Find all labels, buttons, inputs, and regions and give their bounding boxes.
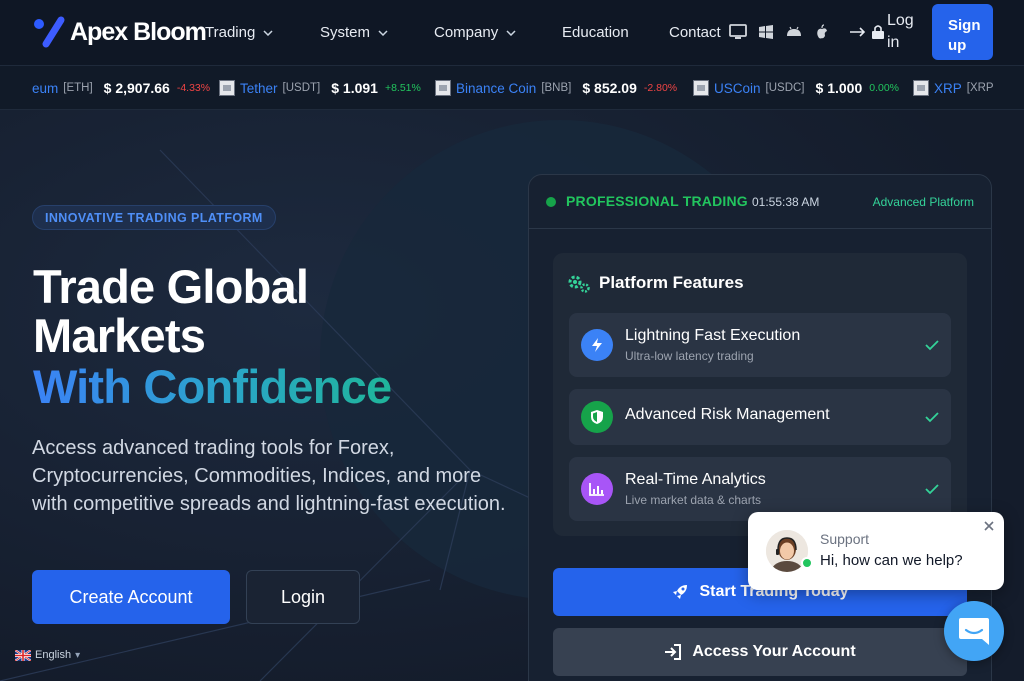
feature-subtitle: Ultra-low latency trading (625, 349, 754, 363)
nav-company-label: Company (434, 24, 499, 41)
coin-image-icon (693, 80, 709, 96)
login-button[interactable]: Login (246, 570, 360, 624)
hero-description: Access advanced trading tools for Forex,… (32, 437, 506, 515)
chevron-down-icon (506, 29, 516, 36)
ticker-symbol: [USDT] (282, 82, 321, 94)
chat-launcher-button[interactable] (944, 601, 1004, 661)
rocket-icon (673, 585, 688, 599)
close-icon[interactable] (982, 519, 996, 533)
check-icon (925, 484, 939, 495)
coin-image-icon (435, 80, 451, 96)
top-navigation: Apex Bloom Trading System Company Educat… (0, 0, 1024, 66)
ticker-name: XRP (934, 80, 962, 96)
desktop-icon[interactable] (729, 23, 747, 41)
nav-education[interactable]: Education (562, 24, 629, 41)
gears-icon (568, 275, 590, 293)
panel-clock: 01:55:38 AM (752, 195, 820, 209)
hero-title-line2: Markets (33, 309, 206, 362)
brand-name: Apex Bloom (70, 17, 207, 46)
ticker-item[interactable]: Tether [USDT] $ 1.091 +8.51% (219, 80, 421, 96)
access-account-button[interactable]: Access Your Account (553, 628, 967, 676)
chat-agent-name: Support (820, 531, 870, 547)
ticker-change: -2.80% (643, 82, 678, 94)
nav-trading-label: Trading (205, 24, 256, 41)
ticker-change: 0.00% (869, 82, 900, 94)
coin-image-icon (913, 80, 929, 96)
ticker-item[interactable]: Binance Coin [BNB] $ 852.09 -2.80% (435, 80, 677, 96)
ticker-change: +8.51% (384, 82, 421, 94)
ticker-symbol: [ETH] (63, 82, 93, 94)
check-icon (925, 412, 939, 423)
feature-title: Advanced Risk Management (625, 406, 830, 423)
ticker-change: -4.33% (176, 82, 211, 94)
chart-icon (581, 473, 613, 505)
platform-icons (729, 23, 831, 41)
caret-down-icon: ▾ (75, 649, 81, 661)
nav-contact-label: Contact (669, 24, 721, 41)
hero-title-line3: With Confidence (33, 360, 392, 413)
ticker-item[interactable]: USCoin [USDC] $ 1.000 0.00% (693, 80, 899, 96)
ticker-name: eum (32, 80, 59, 96)
feature-title: Real-Time Analytics (625, 471, 766, 488)
chat-popup[interactable]: Support Hi, how can we help? (748, 512, 1004, 590)
nav-company[interactable]: Company (434, 24, 516, 41)
ticker-price: $ 2,907.66 (103, 80, 170, 96)
features-title: Platform Features (599, 273, 744, 292)
price-ticker: eum [ETH] $ 2,907.66 -4.33% Tether [USDT… (0, 66, 1024, 110)
access-account-label: Access Your Account (692, 643, 856, 660)
bolt-icon (581, 329, 613, 361)
nav-education-label: Education (562, 24, 629, 41)
uk-flag-icon (15, 649, 31, 661)
nav-system[interactable]: System (320, 24, 388, 41)
check-icon (925, 340, 939, 351)
chevron-down-icon (263, 29, 273, 36)
ticker-price: $ 1.091 (331, 80, 378, 96)
online-status-icon (801, 557, 813, 569)
ticker-name: USCoin (714, 80, 761, 96)
ticker-item[interactable]: eum [ETH] $ 2,907.66 -4.33% (32, 80, 210, 96)
panel-status: PROFESSIONAL TRADING (566, 193, 748, 209)
feature-subtitle: Live market data & charts (625, 493, 762, 507)
ticker-price: $ 852.09 (582, 80, 637, 96)
logo-mark-icon (34, 16, 65, 48)
chat-message: Hi, how can we help? (820, 552, 963, 569)
shield-icon (581, 401, 613, 433)
ticker-name: Binance Coin (456, 80, 537, 96)
login-link-label: Log in (887, 12, 914, 51)
ticker-symbol: [BNB] (541, 82, 572, 94)
coin-image-icon (219, 80, 235, 96)
ticker-price: $ 1.000 (815, 80, 863, 96)
ticker-name: Tether (240, 80, 278, 96)
windows-icon[interactable] (757, 23, 775, 41)
nav-contact[interactable]: Contact (669, 24, 721, 41)
chevron-down-icon (378, 29, 388, 36)
hero-title-line1: Trade Global (33, 260, 309, 313)
panel-platform-label: Advanced Platform (872, 195, 974, 209)
nav-trading[interactable]: Trading (205, 24, 273, 41)
nav-system-label: System (320, 24, 371, 41)
feature-item: Lightning Fast Execution Ultra-low laten… (569, 313, 951, 377)
apple-icon[interactable] (813, 23, 831, 41)
sign-in-icon (665, 644, 682, 660)
login-link[interactable]: Log in (849, 10, 921, 54)
android-icon[interactable] (785, 23, 803, 41)
hero-badge: INNOVATIVE TRADING PLATFORM (32, 205, 276, 230)
ticker-symbol: [XRP (966, 82, 994, 94)
language-label: English (35, 649, 72, 661)
lock-icon (872, 25, 884, 39)
ticker-symbol: [USDC] (765, 82, 805, 94)
feature-title: Lightning Fast Execution (625, 327, 801, 344)
platform-features-card: Platform Features Lightning Fast Executi… (553, 253, 967, 536)
ticker-item[interactable]: XRP [XRP (913, 80, 994, 96)
arrow-right-icon (850, 27, 866, 37)
create-account-button[interactable]: Create Account (32, 570, 230, 624)
live-status-icon (546, 197, 556, 207)
feature-item: Advanced Risk Management (569, 389, 951, 445)
trading-panel: PROFESSIONAL TRADING 01:55:38 AM Advance… (528, 174, 992, 681)
signup-button[interactable]: Sign up (932, 4, 993, 60)
panel-header: PROFESSIONAL TRADING 01:55:38 AM Advance… (529, 175, 991, 229)
brand-logo[interactable]: Apex Bloom (32, 14, 207, 50)
language-selector[interactable]: English ▾ (15, 649, 80, 661)
chat-bubble-icon (959, 618, 989, 645)
